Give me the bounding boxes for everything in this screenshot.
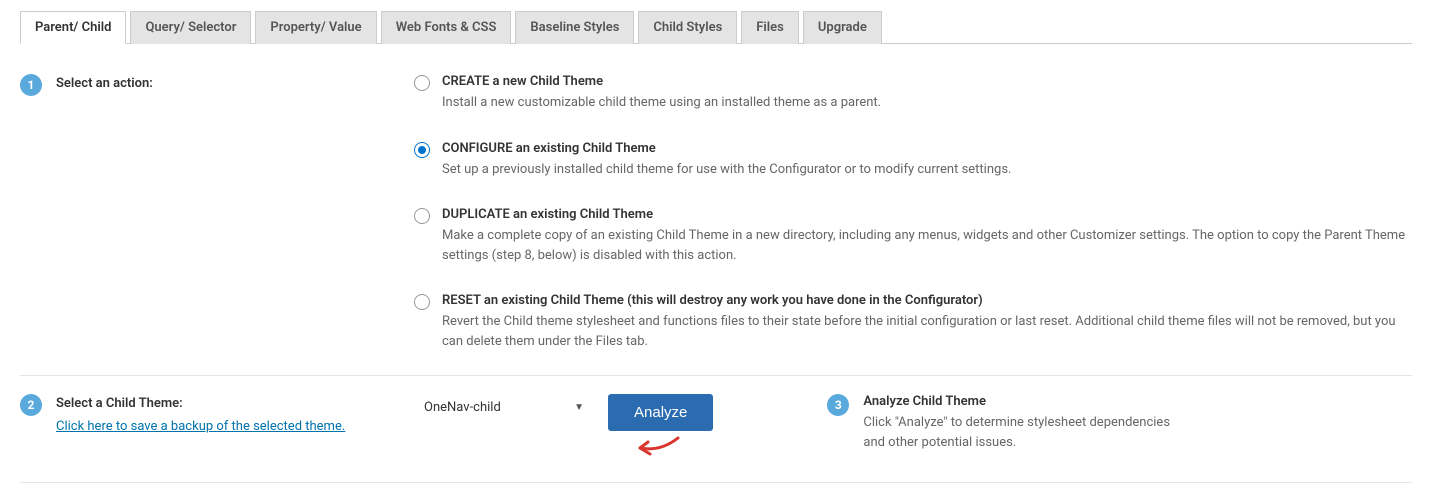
tab-baseline-styles[interactable]: Baseline Styles: [515, 11, 634, 44]
option-configure: CONFIGURE an existing Child Theme Set up…: [414, 141, 1412, 180]
tab-files[interactable]: Files: [741, 11, 799, 44]
option-reset: RESET an existing Child Theme (this will…: [414, 293, 1412, 351]
step1-row: 1 Select an action: CREATE a new Child T…: [20, 74, 1412, 376]
analyze-button[interactable]: Analyze: [608, 394, 713, 431]
option-reset-desc: Revert the Child theme stylesheet and fu…: [442, 312, 1412, 351]
option-create-title: CREATE a new Child Theme: [442, 74, 1412, 89]
step1-label: Select an action:: [56, 74, 356, 91]
tab-parent-child[interactable]: Parent/ Child: [20, 11, 126, 44]
step3-badge: 3: [827, 394, 849, 416]
tab-child-styles[interactable]: Child Styles: [638, 11, 737, 44]
step3-group: 3 Analyze Child Theme Click "Analyze" to…: [827, 394, 1183, 452]
step2-badge: 2: [20, 394, 42, 416]
option-duplicate: DUPLICATE an existing Child Theme Make a…: [414, 207, 1412, 265]
option-reset-title: RESET an existing Child Theme (this will…: [442, 293, 1412, 308]
step3-title: Analyze Child Theme: [863, 394, 1183, 409]
option-duplicate-title: DUPLICATE an existing Child Theme: [442, 207, 1412, 222]
tab-web-fonts-css[interactable]: Web Fonts & CSS: [381, 11, 512, 44]
radio-configure[interactable]: [414, 142, 430, 158]
tab-query-selector[interactable]: Query/ Selector: [130, 11, 251, 44]
tab-upgrade[interactable]: Upgrade: [803, 11, 882, 44]
dropdown-selected-value: OneNav-child: [424, 400, 501, 415]
backup-link[interactable]: Click here to save a backup of the selec…: [56, 419, 356, 434]
tab-property-value[interactable]: Property/ Value: [255, 11, 376, 44]
option-configure-desc: Set up a previously installed child them…: [442, 160, 1412, 180]
step3-desc: Click "Analyze" to determine stylesheet …: [863, 413, 1183, 452]
tabs-bar: Parent/ Child Query/ Selector Property/ …: [20, 10, 1412, 44]
radio-create[interactable]: [414, 75, 430, 91]
arrow-icon: [630, 434, 680, 458]
option-duplicate-desc: Make a complete copy of an existing Chil…: [442, 226, 1412, 265]
step1-badge: 1: [20, 74, 42, 96]
radio-duplicate[interactable]: [414, 208, 430, 224]
chevron-down-icon: ▼: [574, 402, 584, 413]
option-create: CREATE a new Child Theme Install a new c…: [414, 74, 1412, 113]
step2-label-text: Select a Child Theme:: [56, 396, 183, 411]
step2-row: 2 Select a Child Theme: Click here to sa…: [20, 376, 1412, 483]
child-theme-dropdown[interactable]: OneNav-child ▼: [414, 394, 594, 421]
radio-reset[interactable]: [414, 294, 430, 310]
option-create-desc: Install a new customizable child theme u…: [442, 93, 1412, 113]
option-configure-title: CONFIGURE an existing Child Theme: [442, 141, 1412, 156]
step1-options: CREATE a new Child Theme Install a new c…: [414, 74, 1412, 351]
step2-label: Select a Child Theme: Click here to save…: [56, 394, 356, 434]
